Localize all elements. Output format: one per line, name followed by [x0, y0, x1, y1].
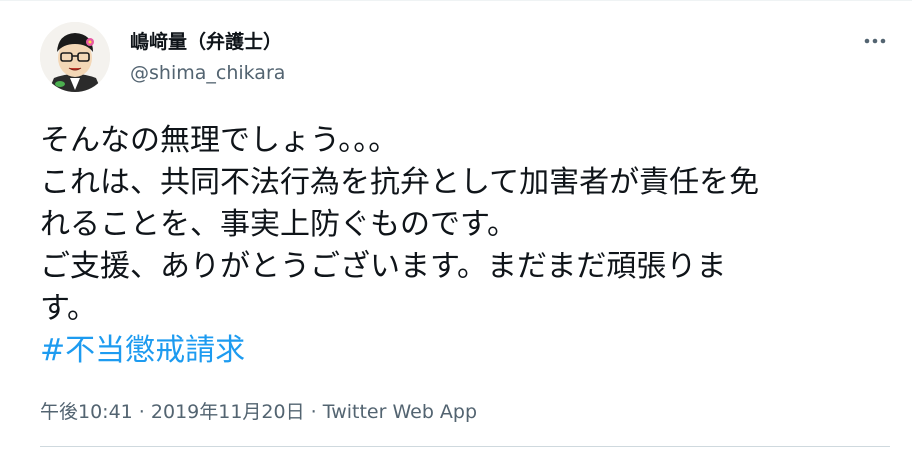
- meta-separator: ·: [132, 401, 151, 423]
- tweet-text-line: そんなの無理でしょう。。。: [40, 123, 399, 158]
- tweet-text-line: これは、共同不法行為を抗弁として加害者が責任を免: [40, 165, 760, 200]
- tweet-text: そんなの無理でしょう。。。 これは、共同不法行為を抗弁として加害者が責任を免 れ…: [40, 120, 890, 372]
- tweet-meta: 午後10:41 · 2019年11月20日 · Twitter Web App: [40, 397, 477, 424]
- tweet-text-line: れることを、事実上防ぐものです。: [40, 207, 517, 242]
- bottom-divider: [40, 446, 890, 447]
- tweet-date-link[interactable]: 2019年11月20日: [151, 401, 305, 423]
- top-divider: [0, 0, 912, 1]
- tweet-card: 嶋﨑量（弁護士） @shima_chikara そんなの無理でしょう。。。 これ…: [0, 0, 912, 460]
- tweet-text-line: ご支援、ありがとうございます。まだまだ頑張りま: [40, 249, 727, 284]
- tweet-time-link[interactable]: 午後10:41: [40, 401, 133, 423]
- tweet-text-line: す。: [40, 291, 97, 326]
- tweet-source-link[interactable]: Twitter Web App: [323, 401, 477, 423]
- avatar[interactable]: [40, 22, 110, 92]
- more-horizontal-icon: [864, 38, 886, 44]
- author-handle[interactable]: @shima_chikara: [130, 62, 285, 84]
- hashtag-link[interactable]: #不当懲戒請求: [40, 333, 245, 368]
- avatar-illustration: [40, 22, 110, 92]
- more-options-button[interactable]: [858, 30, 892, 52]
- author-display-name[interactable]: 嶋﨑量（弁護士）: [130, 27, 282, 54]
- meta-separator: ·: [304, 401, 323, 423]
